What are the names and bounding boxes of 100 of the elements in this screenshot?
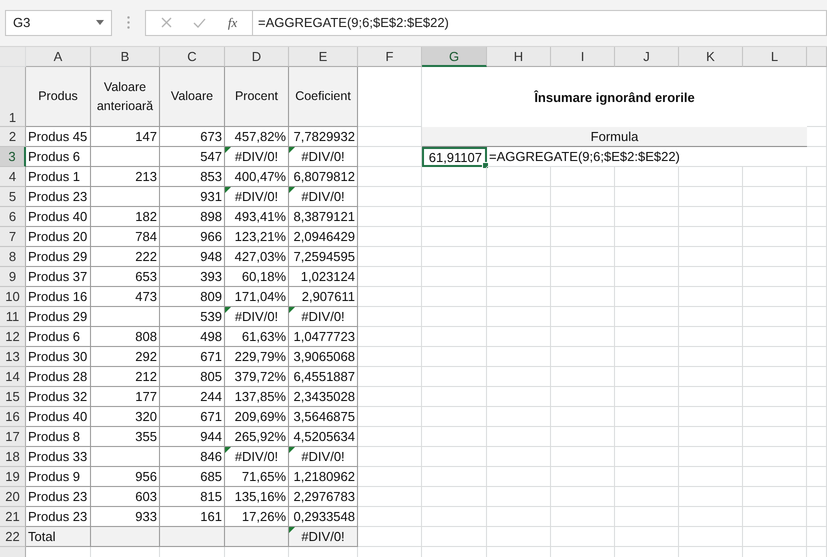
error-indicator-icon[interactable] [225,147,231,153]
column-header[interactable]: A [26,47,91,67]
empty-cell[interactable] [615,467,679,487]
empty-cell[interactable] [551,307,615,327]
row-header[interactable]: 14 [0,367,26,387]
empty-cell[interactable] [487,447,551,467]
empty-cell[interactable] [358,187,422,207]
row-header[interactable]: 6 [0,207,26,227]
empty-cell[interactable] [551,387,615,407]
empty-cell[interactable] [743,167,807,187]
empty-cell[interactable] [358,227,422,247]
row-header[interactable]: 1 [0,67,26,127]
empty-cell[interactable] [487,247,551,267]
empty-cell[interactable] [679,327,743,347]
empty-cell[interactable] [615,447,679,467]
empty-cell[interactable] [422,487,487,507]
empty-cell[interactable] [551,487,615,507]
empty-cell[interactable] [358,287,422,307]
empty-cell[interactable] [615,287,679,307]
name-box[interactable]: G3 [5,10,112,36]
error-indicator-icon[interactable] [289,527,295,533]
formula-input[interactable]: =AGGREGATE(9;6;$E$2:$E$22) [252,10,827,36]
empty-cell[interactable] [743,287,807,307]
empty-cell[interactable] [615,527,679,547]
empty-cell[interactable] [551,327,615,347]
row-header[interactable]: 9 [0,267,26,287]
select-all-button[interactable] [0,47,26,67]
row-header[interactable]: 8 [0,247,26,267]
empty-cell[interactable] [487,407,551,427]
empty-cell[interactable] [422,187,487,207]
error-indicator-icon[interactable] [225,447,231,453]
empty-cell[interactable] [487,227,551,247]
empty-cell[interactable] [743,227,807,247]
empty-cell[interactable] [487,187,551,207]
empty-cell[interactable] [358,487,422,507]
empty-cell[interactable] [358,327,422,347]
empty-cell[interactable] [679,427,743,447]
empty-cell[interactable] [551,467,615,487]
empty-cell[interactable] [358,407,422,427]
empty-cell[interactable] [551,187,615,207]
empty-cell[interactable] [743,447,807,467]
column-header[interactable]: C [160,47,225,67]
empty-cell[interactable] [422,527,487,547]
empty-cell[interactable] [743,367,807,387]
empty-cell[interactable] [422,447,487,467]
column-header[interactable]: G [422,47,487,67]
empty-cell[interactable] [743,527,807,547]
empty-cell[interactable] [615,427,679,447]
cancel-icon[interactable] [160,17,172,28]
column-header[interactable]: D [225,47,289,67]
empty-cell[interactable] [487,267,551,287]
empty-cell[interactable] [422,207,487,227]
empty-cell[interactable] [358,387,422,407]
empty-cell[interactable] [807,507,827,527]
empty-cell[interactable] [743,407,807,427]
empty-cell[interactable] [422,407,487,427]
empty-cell[interactable] [551,247,615,267]
empty-cell[interactable] [358,427,422,447]
empty-cell[interactable] [615,167,679,187]
empty-cell[interactable] [487,367,551,387]
error-indicator-icon[interactable] [289,147,295,153]
empty-cell[interactable] [679,227,743,247]
empty-cell[interactable] [487,467,551,487]
empty-cell[interactable] [422,507,487,527]
empty-cell[interactable] [679,207,743,227]
empty-cell[interactable] [422,307,487,327]
empty-cell[interactable] [551,407,615,427]
empty-cell[interactable] [679,167,743,187]
empty-cell[interactable] [807,467,827,487]
empty-cell[interactable] [615,247,679,267]
column-header[interactable]: H [487,47,551,67]
error-indicator-icon[interactable] [225,307,231,313]
empty-cell[interactable] [615,507,679,527]
empty-cell[interactable] [551,227,615,247]
empty-cell[interactable] [807,267,827,287]
empty-cell[interactable] [743,207,807,227]
column-header[interactable]: F [358,47,422,67]
caret-icon[interactable] [96,20,104,25]
row-header[interactable]: 7 [0,227,26,247]
empty-cell[interactable] [807,387,827,407]
row-header[interactable]: 2 [0,127,26,147]
empty-cell[interactable] [358,247,422,267]
empty-cell[interactable] [807,347,827,367]
empty-cell[interactable] [807,447,827,467]
column-header[interactable]: B [91,47,160,67]
empty-cell[interactable] [487,507,551,527]
empty-cell[interactable] [807,327,827,347]
row-header[interactable]: 3 [0,147,26,167]
empty-cell[interactable] [551,347,615,367]
empty-cell[interactable] [807,207,827,227]
empty-cell[interactable] [743,267,807,287]
empty-cell[interactable] [615,487,679,507]
empty-cell[interactable] [807,487,827,507]
empty-cell[interactable] [487,207,551,227]
row-header[interactable]: 20 [0,487,26,507]
empty-cell[interactable] [679,507,743,527]
empty-cell[interactable] [551,267,615,287]
empty-cell[interactable] [679,287,743,307]
empty-cell[interactable] [615,367,679,387]
error-indicator-icon[interactable] [289,307,295,313]
